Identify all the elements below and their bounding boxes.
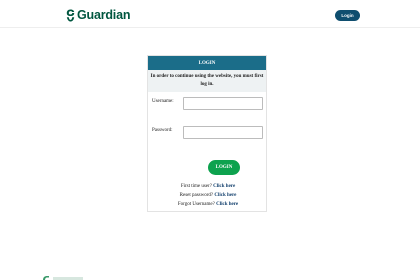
reset-password-text: Reset password? <box>179 193 214 198</box>
first-time-user-link[interactable]: Click here <box>213 184 235 189</box>
username-input[interactable] <box>183 97 263 110</box>
password-label: Password: <box>152 128 173 133</box>
guardian-logo-icon <box>66 9 75 21</box>
forgot-username-text: Forgot Username? <box>177 202 215 207</box>
forgot-username-link[interactable]: Click here <box>216 202 238 207</box>
footer-logo-icon <box>43 276 49 280</box>
login-card-title: LOGIN <box>148 56 266 70</box>
forgot-username-line: Forgot Username? Click here <box>148 202 268 207</box>
header-divider <box>0 27 420 28</box>
login-notice: In order to continue using the website, … <box>148 70 266 92</box>
password-input[interactable] <box>183 126 263 139</box>
brand-name: Guardian <box>77 8 131 22</box>
login-card: LOGIN In order to continue using the web… <box>147 55 267 212</box>
reset-password-line: Reset password? Click here <box>148 193 268 198</box>
username-label: Username: <box>152 99 174 104</box>
brand-logo[interactable]: Guardian <box>66 8 130 22</box>
reset-password-link[interactable]: Click here <box>214 193 236 198</box>
login-submit-button[interactable]: LOGIN <box>208 160 240 175</box>
first-time-user-text: First time user? <box>180 184 212 189</box>
site-header: Guardian Login <box>0 0 420 30</box>
header-login-button[interactable]: Login <box>335 10 360 21</box>
first-time-user-line: First time user? Click here <box>148 184 268 189</box>
